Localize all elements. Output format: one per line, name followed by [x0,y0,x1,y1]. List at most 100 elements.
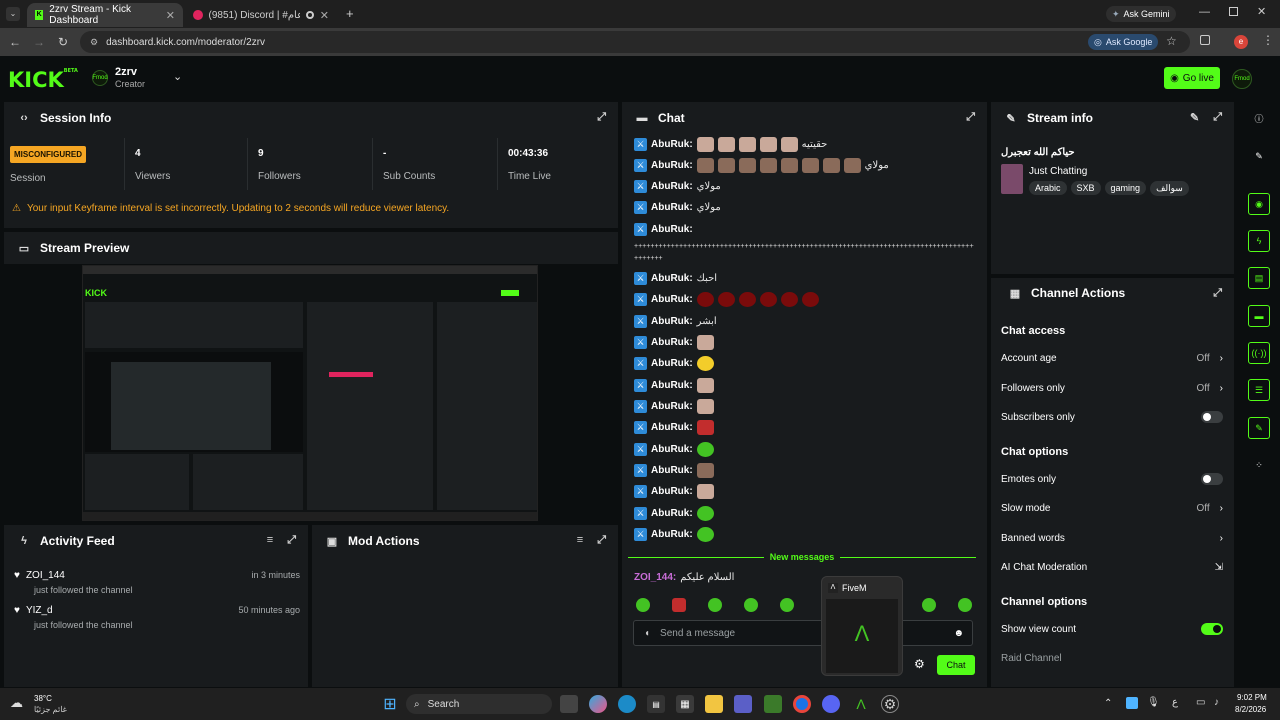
channel-switch-chevron-icon[interactable]: ⌄ [173,70,182,83]
chat-username[interactable]: AbuRuk: [651,529,693,540]
browser-menu-icon[interactable]: ⋮ [1262,33,1274,47]
sidebar-chat-icon[interactable]: ▬ [1248,305,1270,327]
setting-row[interactable]: Banned words › [1001,530,1223,546]
user-avatar[interactable]: Fmod [1232,69,1252,89]
chat-username[interactable]: AbuRuk: [651,294,693,305]
tag-pill[interactable]: Arabic [1029,181,1067,195]
sidebar-lightning-icon[interactable]: ϟ [1248,230,1270,252]
tag-pill[interactable]: gaming [1104,181,1147,195]
popout-icon[interactable]: ⤢ [1213,287,1222,300]
clock-time[interactable]: 9:02 PM [1237,693,1267,702]
weather-icon[interactable]: ☁ [10,695,28,711]
filter-icon[interactable]: ≡ [577,534,583,547]
chat-message[interactable]: ⚔ AbuRuk: [634,462,718,478]
chat-username[interactable]: ZOI_144: [634,572,676,583]
emote-icon[interactable] [744,598,758,612]
chat-message[interactable]: ⚔ AbuRuk: مولاي [634,157,889,173]
activity-user[interactable]: ZOI_144 [26,570,65,581]
setting-control[interactable]: Off › [1197,353,1224,364]
windows-start-icon[interactable]: ⊞ [381,695,399,713]
chat-message[interactable]: ⚔ AbuRuk: [634,355,718,371]
minecraft-icon[interactable] [764,695,782,713]
emote-icon[interactable] [780,598,794,612]
chat-message[interactable]: ⚔ AbuRuk: احبك [634,270,717,286]
ask-gemini-button[interactable]: ✦ Ask Gemini [1106,6,1176,22]
terminal-icon[interactable]: ▤ [647,695,665,713]
microphone-icon[interactable]: 🎙 [1147,697,1160,708]
chat-message[interactable]: ⚔ AbuRuk: [634,377,718,393]
go-live-button[interactable]: ◉ Go live [1164,67,1220,89]
setting-control[interactable]: › [1210,533,1223,544]
tab-kick-dashboard[interactable]: K 2zrv Stream - Kick Dashboard ✕ [27,3,183,27]
chat-username[interactable]: AbuRuk: [651,181,693,192]
chat-message[interactable]: ⚔ AbuRuk: مولاي [634,199,721,215]
chat-message[interactable]: ⚔ AbuRuk: [634,419,718,435]
filter-icon[interactable]: ≡ [267,534,273,547]
extensions-icon[interactable] [1200,35,1210,45]
taskbar-search[interactable]: ⌕ Search [406,694,552,714]
setting-row[interactable]: AI Chat Moderation ⇲ [1001,559,1223,575]
tab-discord[interactable]: (9851) Discord | #شات-عام ✕ [185,3,337,27]
chat-message[interactable]: ⚔ AbuRuk: ابشر [634,313,717,329]
new-messages-divider[interactable]: New messages [628,552,977,562]
chat-message[interactable]: ⚔ AbuRuk: [634,221,697,237]
kick-logo[interactable]: KICKBETA [8,68,78,92]
toggle-switch[interactable] [1201,473,1223,485]
chat-message[interactable]: ⚔ AbuRuk: [634,441,718,457]
minimize-icon[interactable]: — [1199,6,1210,18]
stream-preview-video[interactable]: KICK [82,265,538,521]
chat-message[interactable]: ⚔ AbuRuk: [634,505,718,521]
setting-row[interactable]: Followers only Off › [1001,380,1223,396]
chat-message[interactable]: ⚔ AbuRuk: مولاي [634,178,721,194]
chat-input[interactable]: ◖ Send a message ☻ [633,620,973,646]
chat-message[interactable]: ⚔ AbuRuk: [634,526,718,542]
chrome-icon[interactable] [793,695,811,713]
close-tab-icon[interactable]: ✕ [166,9,175,22]
chat-username[interactable]: AbuRuk: [651,202,693,213]
task-view-icon[interactable] [560,695,578,713]
toggle-switch[interactable] [1201,623,1223,635]
emote-icon[interactable] [636,598,650,612]
tray-chevron-icon[interactable]: ⌃ [1104,698,1112,709]
chat-username[interactable]: AbuRuk: [651,422,693,433]
network-icon[interactable]: ▭ [1196,697,1205,708]
emote-icon[interactable] [672,598,686,612]
new-tab-icon[interactable]: + [346,6,354,21]
popout-icon[interactable]: ⤢ [597,534,606,547]
setting-control[interactable]: Off › [1197,383,1224,394]
setting-row[interactable]: Show view count [1001,621,1223,637]
chat-username[interactable]: AbuRuk: [651,224,693,235]
edit-icon[interactable]: ✎ [1248,145,1270,167]
chat-username[interactable]: AbuRuk: [651,139,693,150]
sidebar-wrench-icon[interactable]: ✎ [1248,417,1270,439]
popout-icon[interactable]: ⤢ [1213,111,1222,124]
chat-username[interactable]: AbuRuk: [651,160,693,171]
close-tab-icon[interactable]: ✕ [320,9,329,22]
sidebar-broadcast-icon[interactable]: ((·)) [1248,342,1270,364]
chat-username[interactable]: AbuRuk: [651,337,693,348]
setting-row[interactable]: Slow mode Off › [1001,500,1223,516]
setting-control[interactable] [1201,623,1223,635]
chat-username[interactable]: AbuRuk: [651,358,693,369]
activity-user[interactable]: YIZ_d [26,605,53,616]
chat-username[interactable]: AbuRuk: [651,401,693,412]
popout-icon[interactable]: ⤢ [966,111,975,124]
store-icon[interactable]: ▦ [676,695,694,713]
steam-like-icon[interactable]: ⚙ [881,695,899,713]
discord-icon[interactable] [822,695,840,713]
close-window-icon[interactable]: ✕ [1257,5,1266,18]
site-info-icon[interactable]: ⚙ [90,37,98,48]
sidebar-apps-icon[interactable]: ⁘ [1248,454,1270,476]
chat-message[interactable]: ⚔ AbuRuk: [634,398,718,414]
emoji-icon[interactable]: ☻ [953,628,964,639]
input-language[interactable]: ع [1172,697,1178,708]
setting-row[interactable]: Account age Off › [1001,350,1223,366]
popout-icon[interactable]: ⤢ [597,111,606,124]
edit-pencil-icon[interactable]: ✎ [1190,111,1199,124]
bookmark-star-icon[interactable]: ☆ [1166,34,1177,48]
fivem-icon[interactable]: Λ [852,695,870,713]
url-bar[interactable]: ⚙ dashboard.kick.com/moderator/2zrv [80,31,1190,53]
tag-pill[interactable]: SXB [1070,181,1101,195]
file-explorer-icon[interactable] [705,695,723,713]
tag-pill[interactable]: سوالف [1150,181,1189,196]
